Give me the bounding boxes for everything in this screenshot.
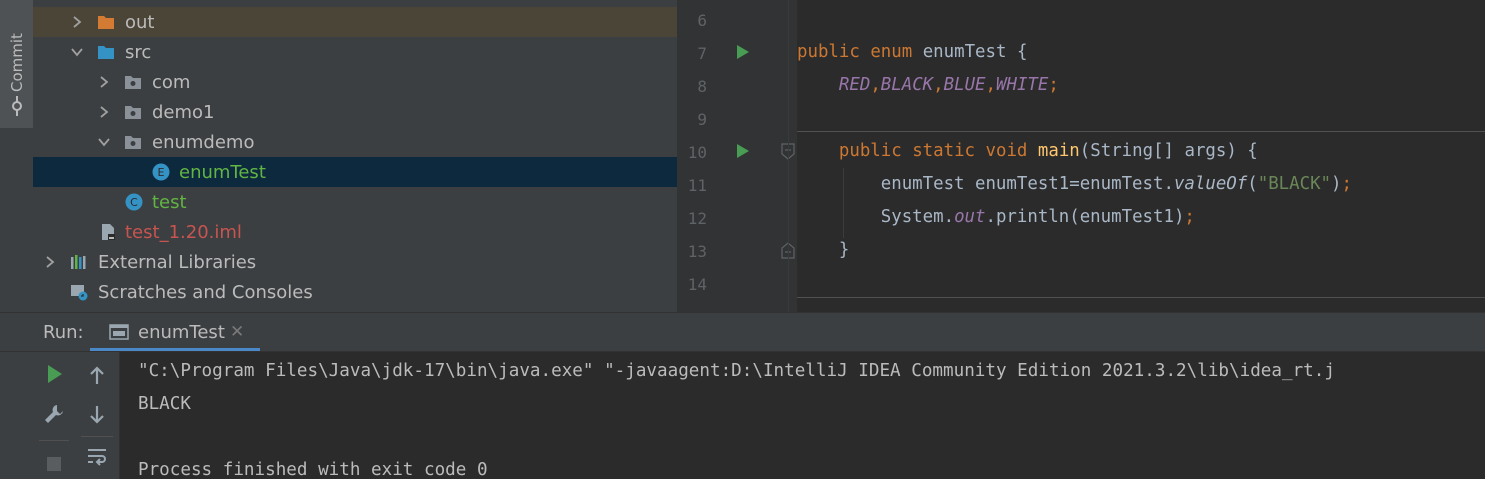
line-number: 13 [687, 242, 707, 261]
stop-icon[interactable] [42, 452, 66, 476]
svg-text:E: E [158, 166, 165, 179]
toolbar-separator [81, 436, 113, 437]
code-line-10: public static void main(String[] args) { [838, 141, 1258, 161]
tree-item-label: com [152, 72, 191, 93]
editor-gutter: 6 7 8 9 10 11 12 13 14 [677, 0, 797, 312]
tree-item-external-libraries[interactable]: External Libraries [33, 247, 677, 277]
line-number: 9 [697, 110, 707, 129]
run-header: Run: enumTest ✕ [0, 313, 1485, 352]
arrow-up-icon[interactable] [85, 364, 109, 388]
commit-icon [12, 96, 22, 116]
wrench-icon[interactable] [42, 402, 66, 426]
chevron-down-icon[interactable] [98, 135, 110, 149]
console-line: BLACK [138, 394, 191, 414]
close-tab-button[interactable]: ✕ [230, 322, 244, 342]
tree-item-out[interactable]: out [33, 7, 677, 37]
tree-item-demo1[interactable]: demo1 [33, 97, 677, 127]
run-gutter-icon[interactable] [736, 44, 750, 60]
package-icon [125, 76, 141, 89]
console-line: "C:\Program Files\Java\jdk-17\bin\java.e… [138, 361, 1335, 381]
tree-item-test[interactable]: C test [33, 187, 677, 217]
tree-item-label: demo1 [152, 102, 215, 123]
console-toolbar [75, 352, 120, 479]
line-number: 8 [697, 77, 707, 96]
svg-text:C: C [130, 196, 138, 209]
code-editor[interactable]: 6 7 8 9 10 11 12 13 14 public enum enumT… [677, 0, 1485, 312]
run-gutter-icon[interactable] [736, 143, 750, 159]
line-number: 12 [687, 209, 707, 228]
code-line-7: public enum enumTest { [797, 42, 1028, 62]
line-number: 14 [687, 275, 707, 294]
package-icon [125, 106, 141, 119]
tree-item-iml[interactable]: test_1.20.iml [33, 217, 677, 247]
package-icon [125, 136, 141, 149]
chevron-right-icon[interactable] [44, 255, 56, 269]
code-line-12: System.out.println(enumTest1); [880, 207, 1195, 227]
run-tab-label: enumTest [138, 322, 225, 343]
console-output[interactable]: "C:\Program Files\Java\jdk-17\bin\java.e… [120, 352, 1485, 479]
enum-class-icon: E [152, 163, 170, 181]
method-separator [797, 297, 1485, 298]
soft-wrap-icon[interactable] [85, 444, 109, 468]
code-line-13: } [838, 240, 850, 260]
libraries-icon [71, 255, 86, 269]
line-number: 6 [697, 11, 707, 30]
line-number: 7 [697, 44, 707, 63]
chevron-right-icon[interactable] [98, 105, 110, 119]
chevron-down-icon[interactable] [71, 45, 83, 59]
line-number: 11 [687, 176, 707, 195]
tree-item-enumdemo[interactable]: enumdemo [33, 127, 677, 157]
tree-item-label: test [152, 192, 187, 213]
chevron-right-icon[interactable] [98, 75, 110, 89]
console-line: Process finished with exit code 0 [138, 460, 488, 479]
run-tool-window: Run: enumTest ✕ "C:\Program Files\Java\j… [0, 312, 1485, 479]
tree-item-label: out [125, 12, 155, 33]
project-tree: out src com demo1 enumdemo E enumTest C [33, 0, 677, 312]
active-tab-indicator [90, 348, 260, 351]
console-icon [109, 324, 129, 340]
gutter-divider [788, 0, 789, 312]
module-file-icon [102, 224, 115, 240]
run-toolbar [33, 352, 75, 479]
line-number: 10 [687, 143, 707, 162]
commit-label: Commit [8, 33, 26, 92]
class-icon: C [125, 193, 143, 211]
tree-item-enumTest[interactable]: E enumTest [33, 157, 677, 187]
tree-item-com[interactable]: com [33, 67, 677, 97]
tree-item-scratches[interactable]: Scratches and Consoles [33, 277, 677, 307]
scratches-icon [71, 285, 88, 301]
tree-item-label: test_1.20.iml [125, 222, 242, 243]
source-folder-icon [98, 46, 114, 59]
commit-tool-tab[interactable]: Commit [0, 0, 33, 128]
method-separator [797, 131, 1485, 132]
arrow-down-icon[interactable] [85, 402, 109, 426]
code-line-8: RED,BLACK,BLUE,WHITE; [838, 75, 1059, 95]
rerun-icon[interactable] [42, 362, 66, 386]
tree-item-src[interactable]: src [33, 37, 677, 67]
tree-item-label: External Libraries [98, 252, 257, 273]
tree-item-label: Scratches and Consoles [98, 282, 313, 303]
folder-icon [98, 16, 114, 29]
tree-item-label: enumdemo [152, 132, 255, 153]
run-title: Run: [43, 322, 84, 343]
chevron-right-icon[interactable] [71, 15, 83, 29]
tree-item-label: enumTest [179, 162, 266, 183]
toolbar-separator [39, 440, 69, 441]
run-left-strip [0, 352, 34, 479]
left-tool-strip: Commit [0, 0, 34, 312]
tree-item-label: src [125, 42, 152, 63]
code-line-11: enumTest enumTest1=enumTest.valueOf("BLA… [880, 174, 1352, 194]
